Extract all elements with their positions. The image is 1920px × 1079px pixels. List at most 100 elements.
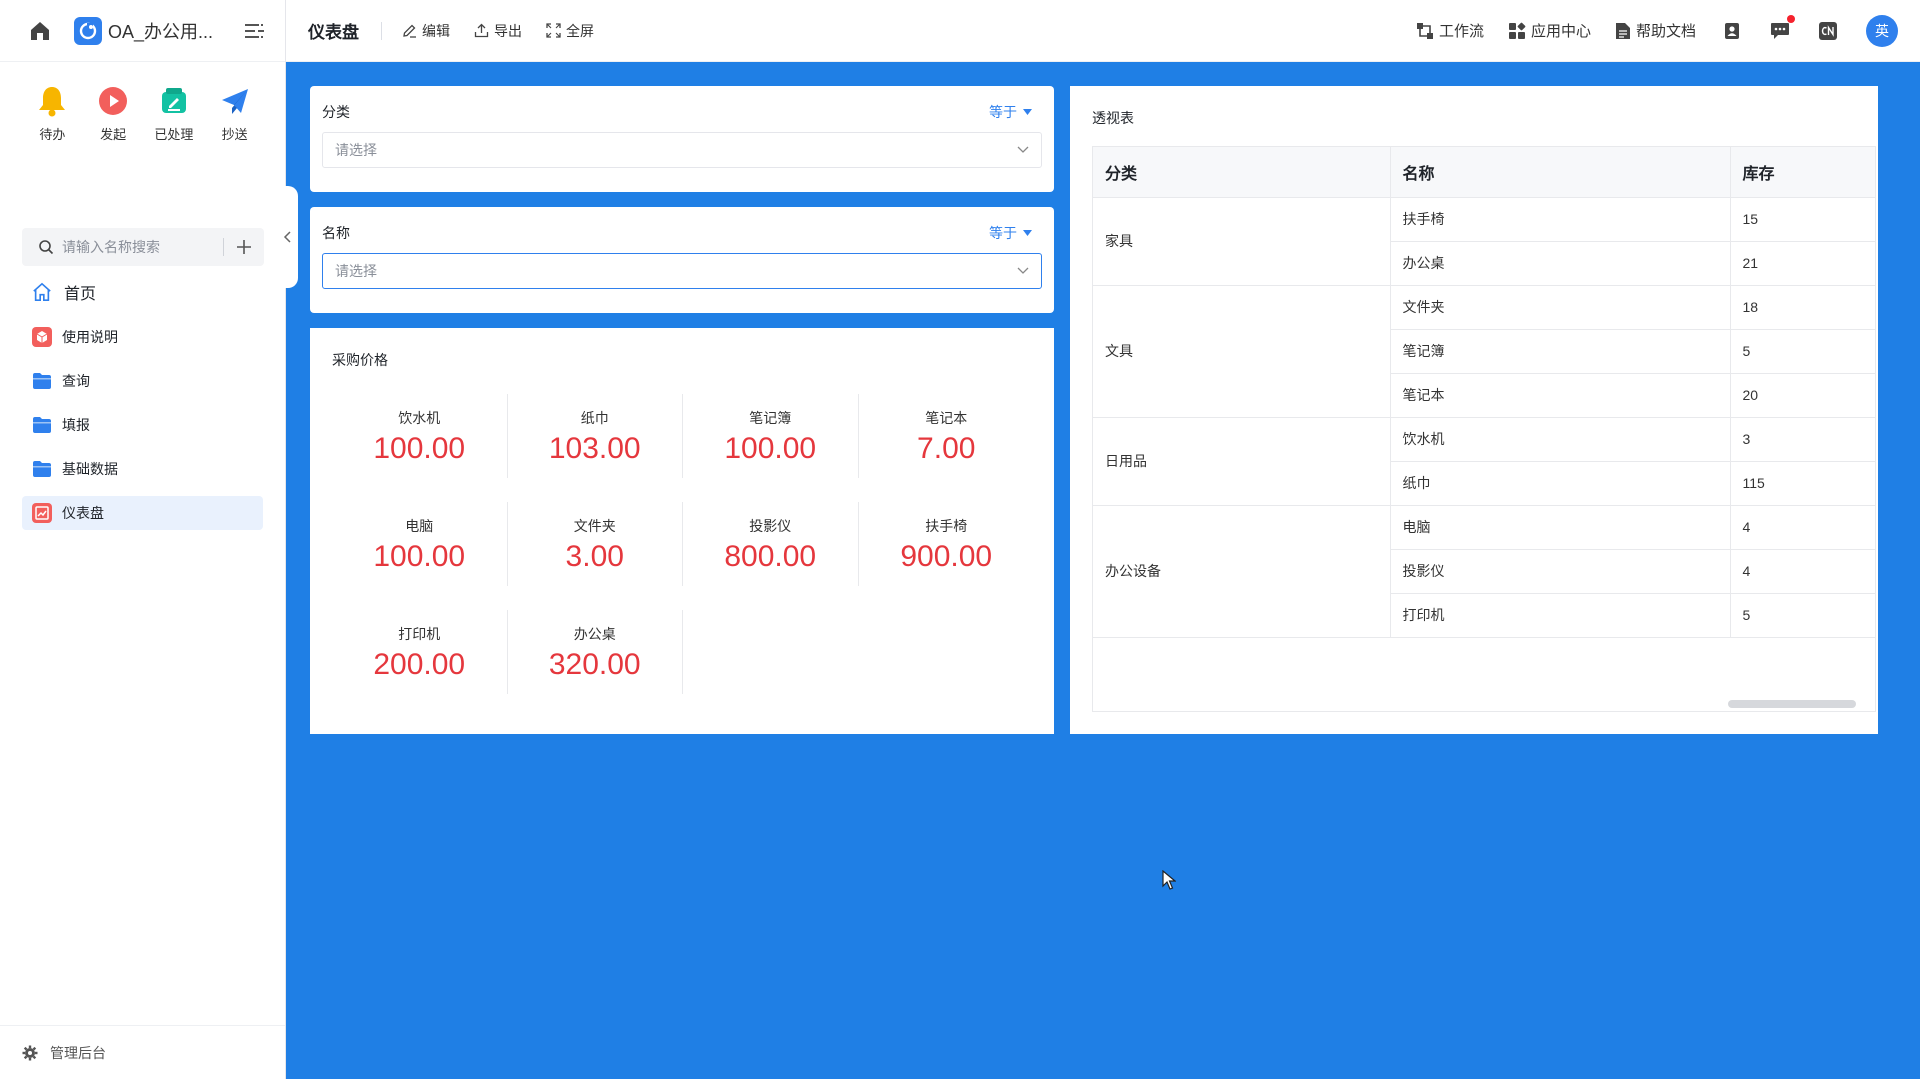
quick-cc[interactable]: 抄送 — [204, 84, 265, 204]
sidebar-item-base-data[interactable]: 基础数据 — [22, 452, 263, 486]
sidebar-nav: 首页 使用说明 查询 填报 基础数据 仪表盘 — [0, 274, 285, 530]
price-value: 100.00 — [373, 432, 466, 465]
edit-icon — [403, 24, 416, 38]
price-label: 投影仪 — [749, 518, 792, 534]
sidebar-search-input[interactable] — [62, 239, 212, 255]
category-cell: 文具 — [1093, 285, 1391, 418]
contacts-button[interactable] — [1720, 19, 1744, 43]
toolbar-divider — [381, 21, 382, 40]
top-bar-right: 工作流 应用中心 帮助文档 英 — [1392, 14, 1920, 47]
price-value: 200.00 — [373, 648, 466, 681]
dashboard-icon — [32, 503, 52, 523]
filter-operator-label: 等于 — [989, 104, 1017, 120]
help-docs-button[interactable]: 帮助文档 — [1615, 20, 1696, 41]
bell-icon — [39, 87, 66, 117]
menu-toggle-button[interactable] — [241, 17, 269, 45]
price-item: 扶手椅 900.00 — [859, 502, 1035, 586]
filter-operator-dropdown[interactable]: 等于 — [989, 102, 1032, 122]
send-icon — [221, 89, 248, 114]
upload-icon — [474, 23, 489, 38]
app-center-button[interactable]: 应用中心 — [1508, 20, 1591, 41]
column-header[interactable]: 名称 — [1390, 147, 1731, 198]
home-button[interactable] — [24, 15, 56, 47]
sidebar-item-instructions[interactable]: 使用说明 — [22, 320, 263, 354]
column-header[interactable]: 分类 — [1093, 147, 1391, 198]
sidebar-item-home[interactable]: 首页 — [22, 274, 263, 310]
quick-processed[interactable]: 已处理 — [144, 84, 205, 204]
sidebar-collapse-handle[interactable] — [276, 186, 298, 288]
sidebar-item-label: 首页 — [64, 286, 97, 303]
export-button[interactable]: 导出 — [474, 21, 522, 41]
add-button[interactable] — [234, 237, 254, 257]
fullscreen-label: 全屏 — [566, 22, 594, 39]
caret-down-icon — [1023, 230, 1032, 236]
column-header[interactable]: 库存 — [1730, 147, 1875, 198]
horizontal-scrollbar[interactable] — [1728, 700, 1856, 708]
sidebar: OA_办公用... 待办 发起 已处理 抄送 请输入名称搜索 首页 使用说明 查… — [0, 0, 286, 1079]
sidebar-item-label: 基础数据 — [62, 461, 118, 477]
category-select[interactable]: 请选择 — [322, 132, 1042, 168]
messages-button[interactable] — [1768, 14, 1795, 43]
fullscreen-button[interactable]: 全屏 — [546, 21, 594, 41]
stock-cell: 5 — [1730, 329, 1875, 374]
sidebar-item-label: 仪表盘 — [62, 505, 104, 521]
price-value: 100.00 — [373, 540, 466, 573]
language-button[interactable] — [1816, 19, 1840, 43]
filter-card-name: 名称 等于 请选择 — [310, 207, 1054, 313]
price-label: 纸巾 — [580, 410, 609, 426]
chevron-left-icon — [283, 231, 291, 243]
sidebar-item-query[interactable]: 查询 — [22, 364, 263, 398]
document-icon — [1615, 22, 1630, 39]
table-row: 日用品 饮水机 3 — [1093, 417, 1875, 506]
workflow-button[interactable]: 工作流 — [1416, 20, 1484, 41]
price-value: 320.00 — [548, 648, 641, 681]
stock-cell: 18 — [1730, 285, 1875, 330]
quick-todo[interactable]: 待办 — [22, 84, 83, 204]
search-divider — [223, 238, 224, 256]
quick-initiate[interactable]: 发起 — [83, 84, 144, 204]
name-cell: 投影仪 — [1390, 549, 1731, 594]
price-grid: 饮水机 100.00 纸巾 103.00 笔记簿 100.00 笔记本 7.00 电脑 1… — [332, 394, 1032, 694]
folder-icon — [33, 417, 51, 433]
sidebar-header: OA_办公用... — [0, 0, 285, 62]
price-item: 打印机 200.00 — [332, 610, 508, 694]
edit-button[interactable]: 编辑 — [402, 21, 450, 41]
select-placeholder: 请选择 — [335, 263, 377, 279]
caret-down-icon — [1023, 109, 1032, 115]
help-docs-label: 帮助文档 — [1635, 23, 1696, 40]
home-outline-icon — [33, 282, 51, 301]
notification-dot — [1787, 14, 1795, 23]
folder-icon — [33, 461, 51, 477]
language-icon — [1819, 21, 1837, 40]
quick-initiate-label: 发起 — [100, 127, 127, 142]
quick-todo-label: 待办 — [39, 127, 66, 142]
stock-cell: 15 — [1730, 197, 1875, 242]
sidebar-item-label: 使用说明 — [62, 329, 118, 345]
price-value: 800.00 — [724, 540, 817, 573]
avatar[interactable]: 英 — [1866, 14, 1898, 47]
chat-icon — [1771, 22, 1789, 39]
search-icon — [39, 240, 54, 255]
name-cell: 扶手椅 — [1390, 197, 1731, 242]
price-item: 办公桌 320.00 — [508, 610, 683, 694]
price-value: 3.00 — [565, 540, 624, 573]
card-title: 透视表 — [1092, 110, 1134, 126]
sidebar-item-fill[interactable]: 填报 — [22, 408, 263, 442]
app-logo-icon — [79, 22, 97, 39]
dashboard-canvas: 分类 等于 请选择 名称 等于 请选择 采购价格 饮水机 100.00 纸巾 1… — [286, 62, 1920, 1079]
stock-cell: 4 — [1730, 505, 1875, 550]
filter-operator-dropdown[interactable]: 等于 — [989, 223, 1032, 243]
sidebar-item-dashboard[interactable]: 仪表盘 — [22, 496, 263, 530]
filter-title: 分类 — [322, 104, 350, 120]
app-logo — [74, 16, 102, 45]
admin-backend-link[interactable]: 管理后台 — [0, 1025, 285, 1079]
price-item: 饮水机 100.00 — [332, 394, 508, 478]
name-select[interactable]: 请选择 — [322, 253, 1042, 289]
gear-icon — [22, 1045, 38, 1060]
sidebar-search — [22, 228, 264, 266]
table-header-row: 分类 名称 库存 — [1093, 147, 1875, 198]
price-value: 100.00 — [724, 432, 817, 465]
sidebar-item-label: 查询 — [62, 373, 90, 389]
filter-operator-label: 等于 — [989, 225, 1017, 241]
play-icon — [99, 87, 128, 115]
